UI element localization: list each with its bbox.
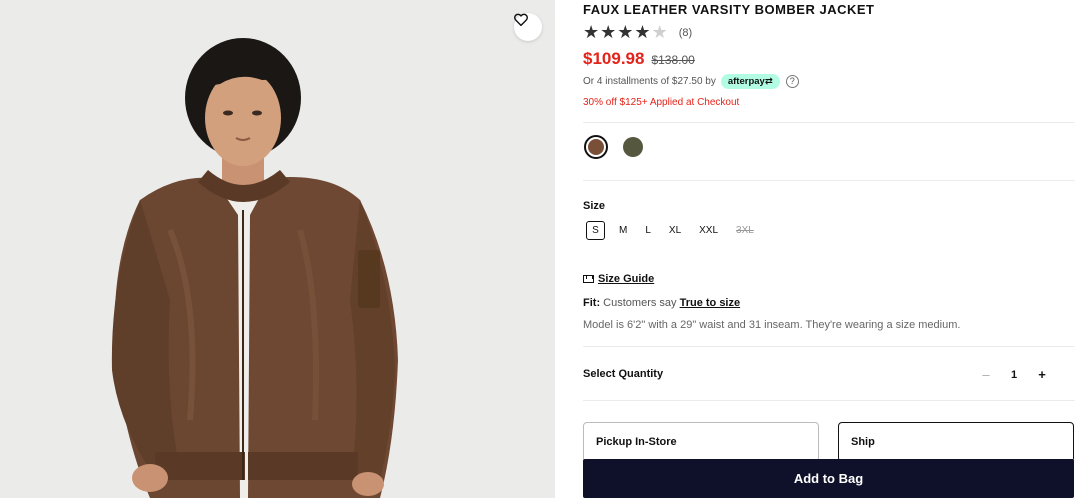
size-option-xl[interactable]: XL (665, 221, 685, 240)
ruler-icon (583, 275, 594, 283)
swatch-olive[interactable] (623, 137, 643, 157)
question-circle-icon[interactable]: ? (785, 75, 799, 88)
add-to-bag-button[interactable]: Add to Bag (583, 459, 1074, 498)
divider (583, 180, 1075, 181)
divider (583, 122, 1075, 123)
promo-text: 30% off $125+ Applied at Checkout (583, 97, 740, 108)
original-price: $138.00 (651, 53, 695, 67)
size-option-l[interactable]: L (641, 221, 655, 240)
swatch-brown[interactable] (584, 135, 608, 159)
fit-text: Customers say (603, 297, 677, 309)
heart-icon (514, 13, 528, 26)
wishlist-button[interactable] (514, 13, 542, 41)
quantity-value: 1 (1010, 368, 1018, 381)
product-image (0, 0, 555, 498)
ship-option[interactable]: Ship (838, 422, 1074, 462)
pickup-label: Pickup In-Store (596, 436, 677, 448)
size-label: Size (583, 200, 606, 212)
fit-label: Fit: (583, 297, 601, 309)
price: $109.98 $138.00 (583, 49, 695, 69)
product-photo-illustration (0, 0, 555, 498)
size-option-xxl[interactable]: XXL (695, 221, 722, 240)
size-option-s[interactable]: S (586, 221, 605, 240)
star-icon: ★ (617, 22, 634, 43)
increase-quantity-button[interactable]: + (1035, 367, 1049, 382)
afterpay-logo: afterpay⇄ (720, 74, 780, 89)
divider (583, 400, 1075, 401)
size-guide-link[interactable]: Size Guide (583, 273, 654, 285)
star-icon: ★ (583, 22, 600, 43)
product-details: FAUX LEATHER VARSITY BOMBER JACKET ★ ★ ★… (583, 0, 1075, 498)
rating[interactable]: ★ ★ ★ ★ ★ (8) (583, 24, 692, 42)
sale-price: $109.98 (583, 49, 645, 68)
star-icon: ★ (634, 22, 651, 43)
star-empty-icon: ★ (651, 22, 668, 43)
model-info: Model is 6'2" with a 29" waist and 31 in… (583, 319, 961, 331)
divider (583, 346, 1075, 347)
installments-text: Or 4 installments of $27.50 by (583, 76, 716, 87)
product-title: FAUX LEATHER VARSITY BOMBER JACKET (583, 2, 875, 17)
afterpay-label: afterpay (727, 76, 765, 87)
star-icon: ★ (600, 22, 617, 43)
size-option-m[interactable]: M (615, 221, 631, 240)
quantity-stepper: – 1 + (979, 367, 1049, 382)
quantity-label: Select Quantity (583, 368, 664, 380)
fit-link[interactable]: True to size (680, 297, 741, 309)
installments-info: Or 4 installments of $27.50 by afterpay⇄… (583, 74, 799, 89)
size-selector: S M L XL XXL 3XL (586, 221, 768, 240)
review-count[interactable]: (8) (679, 27, 692, 39)
fit-info: Fit: Customers say True to size (583, 297, 740, 309)
size-option-3xl[interactable]: 3XL (732, 221, 758, 240)
ship-label: Ship (851, 436, 875, 448)
decrease-quantity-button[interactable]: – (979, 367, 993, 382)
pickup-in-store-option[interactable]: Pickup In-Store (583, 422, 819, 462)
swatch-brown-color (588, 139, 604, 155)
size-guide-label: Size Guide (598, 273, 655, 285)
swatch-olive-color (623, 137, 643, 157)
